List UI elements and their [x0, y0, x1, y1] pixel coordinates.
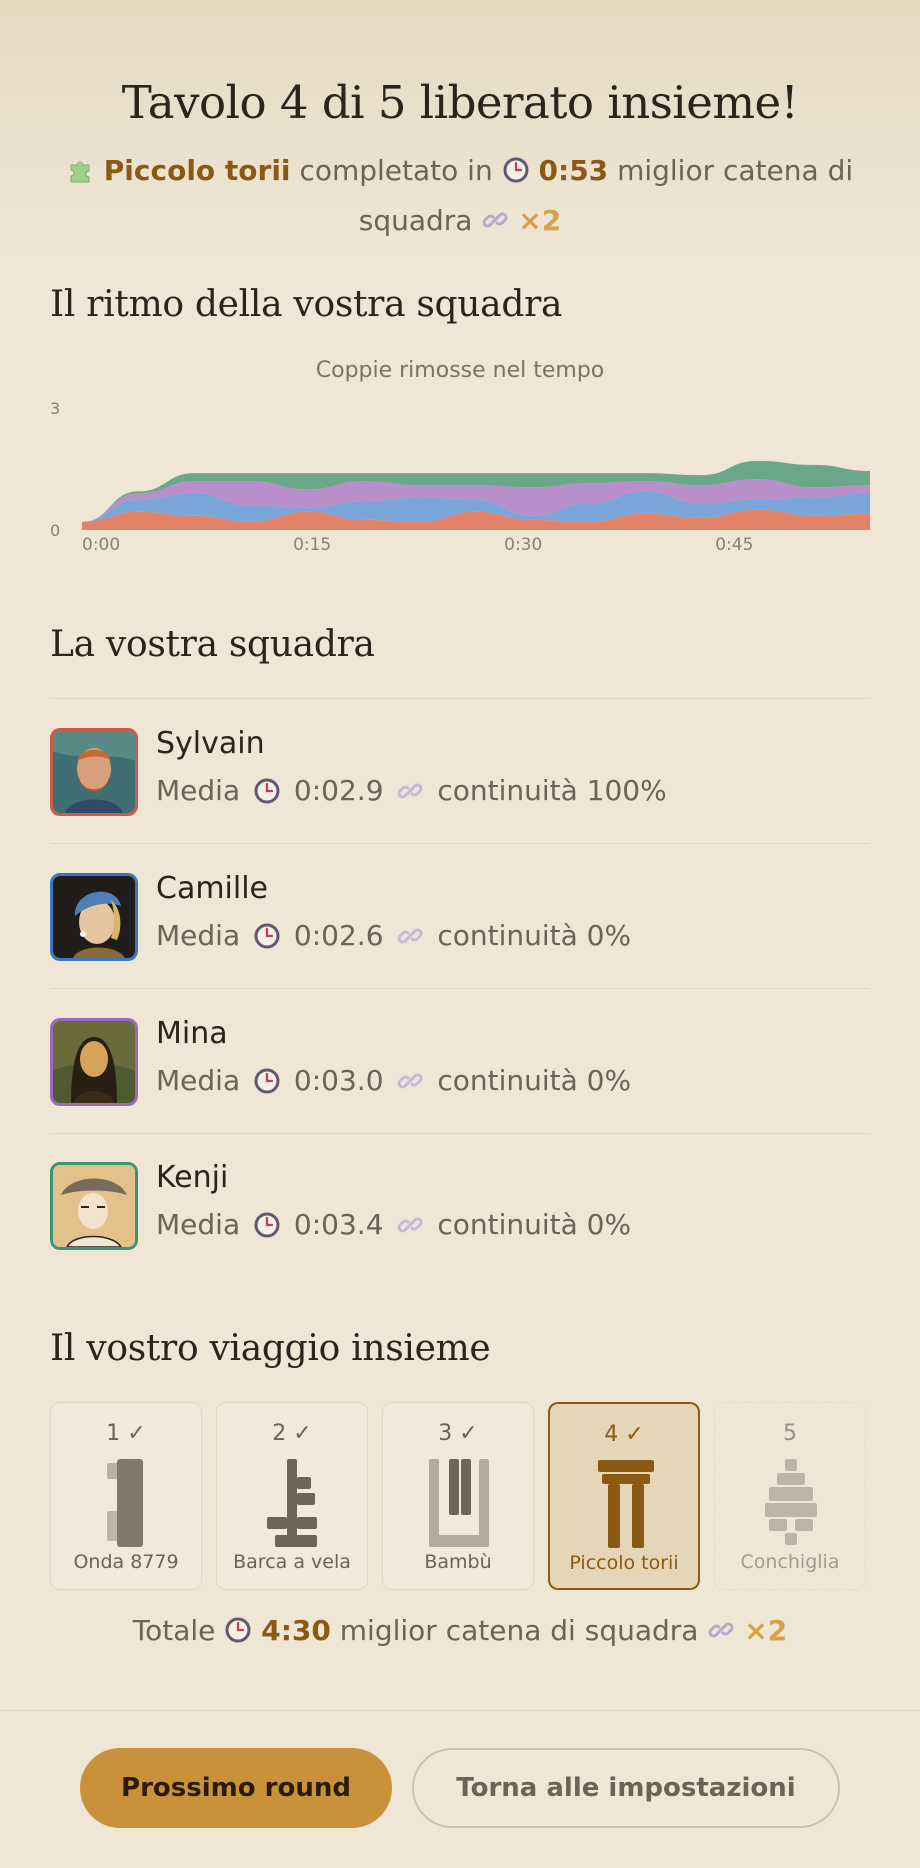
- avatar-kenji: [50, 1162, 138, 1250]
- average-time: 0:02.6: [293, 919, 384, 952]
- chart-x-tick-label: 0:15: [293, 535, 331, 555]
- completion-time: 0:53: [538, 154, 609, 187]
- continuity: continuità 100%: [437, 774, 667, 807]
- chart-y-tick-label: 0: [50, 521, 60, 540]
- journey-cards: 1 ✓ Onda 8779 2 ✓ Barca a vela 3 ✓ Bambù…: [50, 1402, 870, 1592]
- page-title: Tavolo 4 di 5 liberato insieme!: [121, 76, 799, 129]
- chart-x-tick-label: 0:45: [715, 535, 753, 555]
- shell-tile-shape-icon: [761, 1459, 821, 1549]
- clock-icon: [253, 1067, 281, 1102]
- total-time: 4:30: [261, 1614, 331, 1647]
- total-best-chain-text: miglior catena di squadra: [339, 1614, 699, 1647]
- total-summary: Totale 4:30 miglior catena di squadra ×2: [0, 1614, 920, 1651]
- member-stats: Media 0:03.0 continuità 0%: [156, 1064, 631, 1102]
- chart-x-tick-label: 0:30: [504, 535, 542, 555]
- card-number: 4 ✓: [604, 1422, 644, 1447]
- link-icon: [481, 202, 509, 248]
- avatar-camille: [50, 873, 138, 961]
- card-number: 2 ✓: [272, 1421, 312, 1446]
- rhythm-chart: Coppie rimosse nel tempo 0 3 0:00 0:15 0:30 0…: [40, 350, 880, 570]
- chart-title: Coppie rimosse nel tempo: [315, 358, 605, 383]
- clock-icon: [224, 1616, 252, 1651]
- bamboo-tile-shape-icon: [429, 1459, 489, 1549]
- team-heading: La vostra squadra: [50, 624, 375, 665]
- member-row-camille: Camille Media 0:02.6 continuità 0%: [50, 871, 870, 963]
- card-label: Onda 8779: [73, 1551, 179, 1573]
- clock-icon: [253, 777, 281, 812]
- card-number: 1 ✓: [106, 1421, 146, 1446]
- average-label: Media: [156, 1064, 241, 1097]
- continuity: continuità 0%: [437, 1208, 632, 1241]
- link-icon: [707, 1616, 735, 1651]
- average-time: 0:03.0: [293, 1064, 384, 1097]
- chart-x-tick-label: 0:00: [82, 535, 120, 555]
- member-name: Camille: [156, 871, 269, 906]
- journey-card-5-upcoming[interactable]: 5 Conchiglia: [714, 1402, 866, 1590]
- card-label: Barca a vela: [233, 1551, 351, 1573]
- divider: [50, 988, 870, 989]
- journey-card-3[interactable]: 3 ✓ Bambù: [382, 1402, 534, 1590]
- average-label: Media: [156, 1208, 241, 1241]
- completed-in-text: completato in: [299, 154, 493, 187]
- average-label: Media: [156, 919, 241, 952]
- link-icon: [396, 1211, 424, 1246]
- back-to-settings-button[interactable]: Torna alle impostazioni: [412, 1748, 840, 1828]
- card-number: 3 ✓: [438, 1421, 478, 1446]
- chain-multiplier: ×2: [518, 204, 562, 237]
- divider: [50, 698, 870, 699]
- divider: [50, 843, 870, 844]
- wave-tile-shape-icon: [97, 1459, 157, 1549]
- card-label: Bambù: [424, 1551, 492, 1573]
- card-label: Piccolo torii: [569, 1552, 679, 1574]
- member-row-mina: Mina Media 0:03.0 continuità 0%: [50, 1016, 870, 1108]
- continuity: continuità 0%: [437, 919, 632, 952]
- member-stats: Media 0:03.4 continuità 0%: [156, 1208, 631, 1246]
- clock-icon: [253, 1211, 281, 1246]
- result-summary: Piccolo torii completato in 0:53 miglior…: [50, 148, 870, 248]
- journey-card-1[interactable]: 1 ✓ Onda 8779: [50, 1402, 202, 1590]
- continuity: continuità 0%: [437, 1064, 632, 1097]
- next-round-button[interactable]: Prossimo round: [80, 1748, 392, 1828]
- clock-icon: [502, 152, 530, 198]
- average-time: 0:02.9: [293, 774, 384, 807]
- card-label: Conchiglia: [740, 1551, 840, 1573]
- divider: [50, 1133, 870, 1134]
- torii-tile-shape-icon: [596, 1460, 656, 1550]
- average-time: 0:03.4: [293, 1208, 384, 1241]
- journey-card-2[interactable]: 2 ✓ Barca a vela: [216, 1402, 368, 1590]
- member-name: Kenji: [156, 1160, 229, 1195]
- journey-card-4-current[interactable]: 4 ✓ Piccolo torii: [548, 1402, 700, 1590]
- link-icon: [396, 1067, 424, 1102]
- footer-divider: [0, 1710, 920, 1711]
- member-stats: Media 0:02.6 continuità 0%: [156, 919, 631, 957]
- member-row-sylvain: Sylvain Media 0:02.9 continuità 100%: [50, 726, 870, 818]
- member-row-kenji: Kenji Media 0:03.4 continuità 0%: [50, 1160, 870, 1252]
- member-name: Mina: [156, 1016, 228, 1051]
- journey-heading: Il vostro viaggio insieme: [50, 1328, 491, 1369]
- total-label: Totale: [132, 1614, 216, 1647]
- card-number: 5: [783, 1421, 797, 1446]
- total-chain-multiplier: ×2: [744, 1614, 788, 1647]
- member-name: Sylvain: [156, 726, 265, 761]
- chart-canvas: 0 3 0:00 0:15 0:30 0:45: [50, 399, 870, 555]
- avatar-sylvain: [50, 728, 138, 816]
- sailboat-tile-shape-icon: [263, 1459, 323, 1549]
- avatar-mina: [50, 1018, 138, 1106]
- average-label: Media: [156, 774, 241, 807]
- puzzle-name: Piccolo torii: [103, 154, 291, 187]
- member-stats: Media 0:02.9 continuità 100%: [156, 774, 667, 812]
- link-icon: [396, 922, 424, 957]
- clock-icon: [253, 922, 281, 957]
- link-icon: [396, 777, 424, 812]
- chart-y-tick-label: 3: [50, 399, 60, 418]
- puzzle-icon: [67, 152, 95, 198]
- rhythm-heading: Il ritmo della vostra squadra: [50, 284, 563, 325]
- results-page: Tavolo 4 di 5 liberato insieme! Piccolo …: [0, 0, 920, 1868]
